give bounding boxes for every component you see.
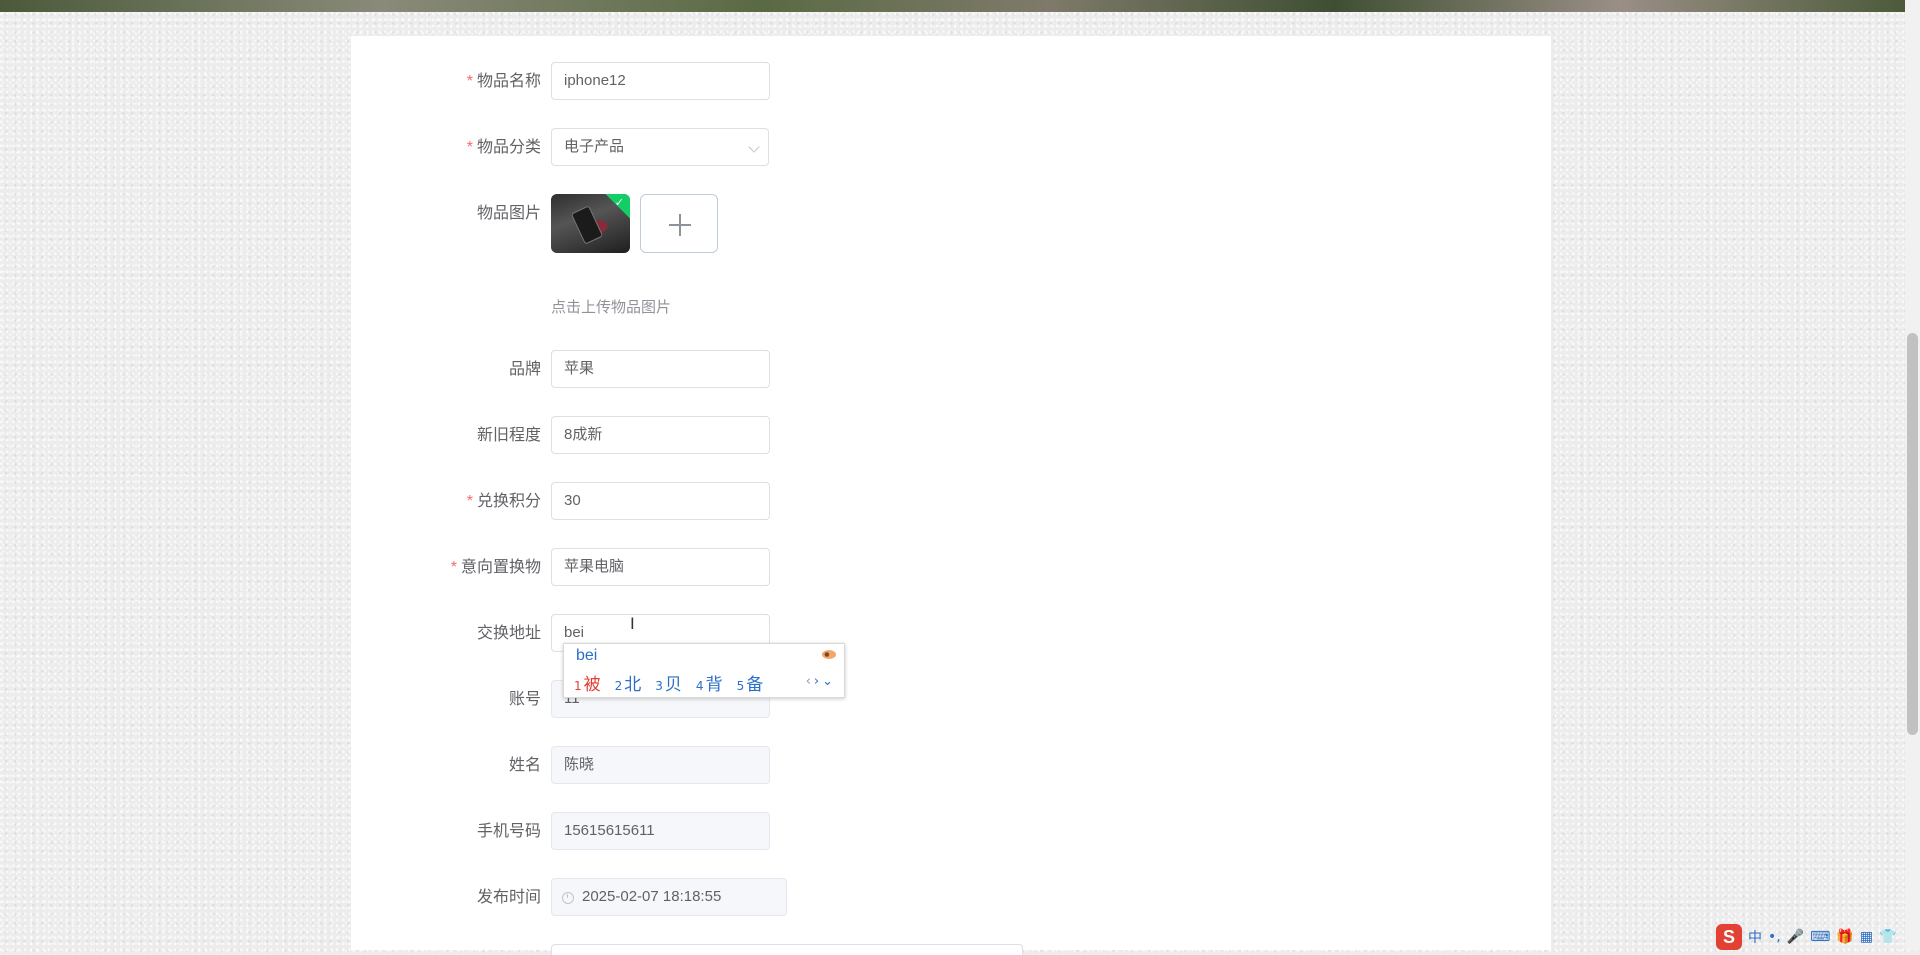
phone-label: 手机号码 — [476, 823, 541, 840]
required-mark: * — [466, 73, 473, 90]
uploaded-image-thumbnail[interactable]: ✓ — [551, 194, 630, 253]
intended-swap-label: * 意向置换物 — [450, 559, 541, 576]
ime-page-nav: ‹›⌄ — [806, 674, 836, 689]
publish-time-value: 2025-02-07 18:18:55 — [582, 888, 722, 905]
required-mark: * — [450, 559, 457, 576]
ime-candidate-list: 1被 2北 3贝 4背 5备 — [574, 670, 763, 695]
required-mark: * — [466, 493, 473, 510]
item-name-label: * 物品名称 — [466, 73, 541, 90]
required-mark: * — [466, 139, 473, 156]
chevron-right-icon[interactable]: › — [814, 674, 822, 689]
ime-composition-text: bei — [576, 647, 598, 664]
address-label: 交换地址 — [476, 625, 541, 642]
text-cursor-icon: I — [630, 614, 635, 633]
name-label: 姓名 — [508, 757, 541, 774]
scrollbar-thumb[interactable] — [1907, 333, 1918, 735]
points-label: * 兑换积分 — [466, 493, 541, 510]
chinese-mode-icon[interactable]: 中 — [1748, 927, 1762, 947]
ime-candidate[interactable]: 5备 — [737, 670, 764, 695]
phone-input: 15615615611 — [551, 812, 770, 850]
ime-candidate[interactable]: 2北 — [615, 670, 642, 695]
keyboard-icon[interactable]: ⌨ — [1810, 929, 1830, 945]
name-input: 陈晓 — [551, 746, 770, 784]
points-input[interactable]: 30 — [551, 482, 770, 520]
category-label: * 物品分类 — [466, 139, 541, 156]
image-label: 物品图片 — [476, 205, 541, 222]
condition-input[interactable]: 8成新 — [551, 416, 770, 454]
condition-label: 新旧程度 — [476, 427, 541, 444]
check-icon: ✓ — [614, 196, 624, 209]
ime-candidate[interactable]: 4背 — [696, 670, 723, 695]
gift-icon[interactable]: 🎁 — [1836, 929, 1853, 945]
ime-skin-icon[interactable] — [822, 650, 836, 659]
toolbox-icon[interactable]: ▦ — [1860, 929, 1873, 945]
item-name-input[interactable]: iphone12 — [551, 62, 770, 100]
skin-icon[interactable]: 👕 — [1879, 929, 1896, 945]
chevron-left-icon[interactable]: ‹ — [806, 674, 814, 689]
category-select[interactable]: 电子产品 — [551, 128, 769, 166]
ime-candidate-window: bei 1被 2北 3贝 4背 5备 ‹›⌄ — [563, 643, 845, 698]
publish-time-input: 2025-02-07 18:18:55 — [551, 878, 787, 916]
plus-icon-vertical — [679, 214, 681, 236]
clock-icon — [562, 892, 574, 904]
header-banner-image — [0, 0, 1905, 12]
publish-time-label: 发布时间 — [476, 889, 541, 906]
intended-swap-input[interactable]: 苹果电脑 — [551, 548, 770, 586]
upload-image-button[interactable] — [640, 194, 718, 253]
page-scrollbar[interactable] — [1905, 0, 1920, 950]
upload-tip-text: 点击上传物品图片 — [551, 299, 672, 316]
punctuation-icon[interactable]: •, — [1768, 929, 1781, 945]
phone-photo — [570, 205, 604, 245]
sogou-logo-icon[interactable]: S — [1716, 924, 1742, 950]
microphone-icon[interactable]: 🎤 — [1787, 929, 1804, 945]
ime-candidate[interactable]: 3贝 — [655, 670, 682, 695]
category-select-value: 电子产品 — [564, 138, 625, 155]
chevron-down-icon[interactable]: ⌄ — [822, 674, 836, 689]
ime-status-bar: S 中 •, 🎤 ⌨ 🎁 ▦ 👕 — [1716, 924, 1896, 950]
account-label: 账号 — [508, 691, 541, 708]
chevron-down-icon — [748, 141, 760, 153]
brand-input[interactable]: 苹果 — [551, 350, 770, 388]
ime-candidate[interactable]: 1被 — [574, 670, 601, 695]
brand-label: 品牌 — [508, 361, 541, 378]
